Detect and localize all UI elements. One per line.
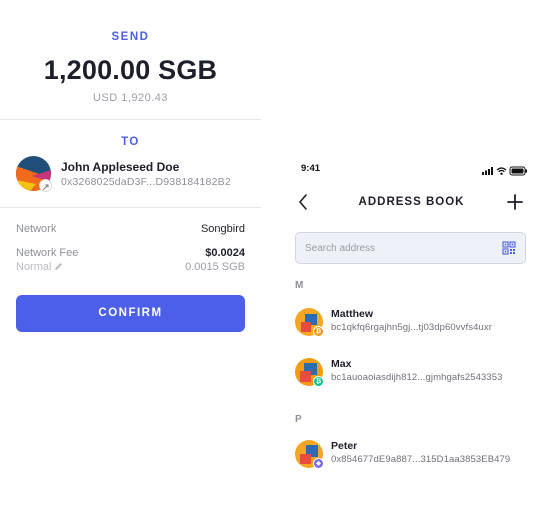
network-value: Songbird (200, 223, 245, 235)
section-header-m: M (295, 280, 304, 291)
address-book-panel: 9:41 ADDRESS BOOK Search address M ₿ Mat… (283, 150, 540, 505)
contact-address: bc1qkfq6rgajhn5gj...tj03dp60vvfs4uxr (331, 322, 492, 333)
contact-name: Max (331, 358, 352, 370)
send-confirmation-panel: SEND 1,200.00 SGB USD 1,920.43 TO John A… (0, 0, 261, 340)
bitcoin-icon: ₿ (313, 326, 324, 337)
confirm-button[interactable]: CONFIRM (16, 295, 245, 332)
contact-item-max[interactable]: ₿ Max bc1auoaoiasdijh812...gjmhgafs25433… (295, 354, 535, 387)
search-input[interactable] (305, 233, 495, 263)
network-fee-label: Network Fee (16, 247, 79, 259)
send-usd-value: USD 1,920.43 (92, 92, 169, 104)
recipient-address: 0x3268025daD3F...D938184182B2 (61, 176, 231, 188)
ethereum-icon: ◆ (313, 458, 324, 469)
fee-token-value: 0.0015 SGB (185, 261, 245, 273)
recipient-name: John Appleseed Doe (61, 160, 180, 174)
pencil-icon[interactable] (54, 262, 63, 274)
network-label: Network (16, 223, 57, 235)
page-title: ADDRESS BOOK (358, 196, 465, 208)
cellular-signal-icon (482, 167, 493, 175)
fee-speed-selector[interactable]: Normal (16, 261, 63, 274)
contact-name: Matthew (331, 308, 373, 320)
network-fee-value: $0.0024 (205, 247, 245, 259)
to-label: TO (121, 136, 140, 148)
battery-icon (509, 166, 527, 176)
contact-item-matthew[interactable]: ₿ Matthew bc1qkfq6rgajhn5gj...tj03dp60vv… (295, 304, 535, 337)
search-bar (295, 232, 526, 264)
fee-speed-label: Normal (16, 261, 52, 273)
recipient-card: John Appleseed Doe 0x3268025daD3F...D938… (16, 156, 256, 192)
network-badge-icon (39, 179, 52, 192)
add-contact-plus-icon[interactable] (506, 193, 524, 211)
section-header-p: P (295, 414, 302, 425)
status-bar-time: 9:41 (301, 163, 321, 174)
contact-name: Peter (331, 440, 358, 452)
send-amount: 1,200.00 SGB (43, 55, 218, 85)
divider (0, 207, 261, 208)
contact-address: 0x854677dE9a887...315D1aa3853EB479 (331, 454, 511, 465)
contact-item-peter[interactable]: ◆ Peter 0x854677dE9a887...315D1aa3853EB4… (295, 436, 535, 469)
contact-address: bc1auoaoiasdijh812...gjmhgafs2543353 (331, 372, 503, 383)
status-bar-icons (482, 163, 528, 176)
divider (0, 119, 261, 120)
send-label: SEND (111, 31, 150, 43)
qr-scan-icon[interactable] (502, 241, 516, 255)
bitcoin-cash-icon: ₿ (313, 376, 324, 387)
wifi-icon (496, 167, 507, 175)
